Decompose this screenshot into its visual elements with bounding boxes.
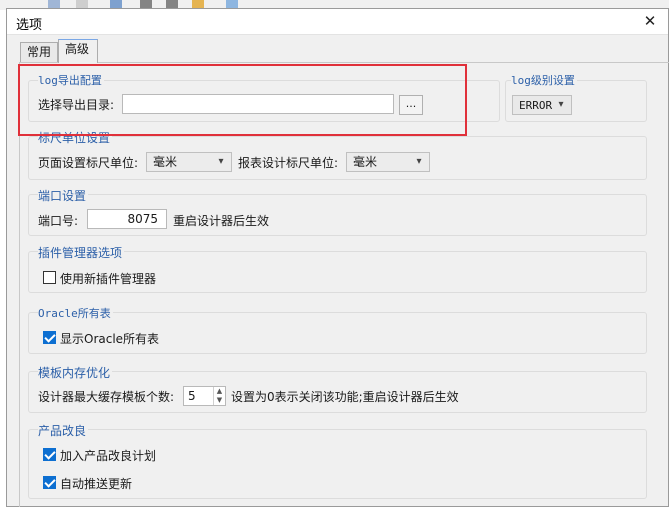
log-export-title: log导出配置: [38, 72, 104, 88]
show-oracle-tables-checkbox[interactable]: [43, 331, 56, 344]
ruler-title: 标尺单位设置: [38, 129, 113, 146]
export-dir-label: 选择导出目录:: [38, 98, 115, 112]
tab-advanced[interactable]: 高级: [58, 39, 98, 63]
tab-advanced-label: 高级: [65, 42, 90, 56]
export-dir-input[interactable]: [122, 94, 394, 114]
max-cache-note: 设置为0表示关闭该功能;重启设计器后生效: [231, 390, 459, 404]
dialog-title: 选项: [16, 18, 43, 33]
toolbar-redo-icon: [76, 0, 88, 8]
auto-update-checkbox[interactable]: [43, 476, 56, 489]
port-label: 端口号:: [38, 214, 79, 228]
page-ruler-value: 毫米: [153, 155, 178, 169]
chevron-down-icon: ▾: [416, 156, 422, 167]
new-plugin-manager-checkbox[interactable]: [43, 271, 56, 284]
improve-title: 产品改良: [38, 422, 89, 439]
tab-panel-left-border: [19, 62, 20, 507]
report-ruler-select[interactable]: 毫米 ▾: [346, 152, 430, 172]
stepper-down-icon[interactable]: ▼: [213, 396, 225, 405]
tab-panel-border: [19, 62, 669, 63]
toolbar-undo-icon: [48, 0, 60, 8]
report-ruler-value: 毫米: [353, 155, 378, 169]
new-plugin-manager-label: 使用新插件管理器: [60, 272, 157, 286]
page-ruler-select[interactable]: 毫米 ▾: [146, 152, 232, 172]
improve-plan-checkbox[interactable]: [43, 448, 56, 461]
memory-title: 模板内存优化: [38, 364, 113, 381]
log-level-select[interactable]: ERROR ▾: [512, 95, 572, 115]
close-icon[interactable]: ✕: [640, 11, 660, 31]
toolbar-page-icon: [140, 0, 152, 8]
toolbar-link-icon: [110, 0, 122, 8]
port-title: 端口设置: [38, 187, 89, 204]
dialog-titlebar: 选项 ✕: [7, 9, 668, 35]
tab-common-label: 常用: [27, 45, 52, 59]
tab-common[interactable]: 常用: [20, 42, 58, 62]
oracle-title: Oracle所有表: [38, 305, 113, 321]
max-cache-stepper[interactable]: 5 ▲ ▼: [183, 386, 226, 406]
max-cache-value: 5: [188, 389, 196, 403]
log-level-title: log级别设置: [511, 72, 577, 88]
port-note: 重启设计器后生效: [173, 214, 270, 228]
stepper-up-icon[interactable]: ▲: [213, 387, 225, 396]
log-level-value: ERROR: [519, 99, 553, 112]
toolbar-copy-icon: [166, 0, 178, 8]
toolbar-brush-icon: [192, 0, 204, 8]
chevron-down-icon: ▾: [218, 156, 224, 167]
browse-button[interactable]: ...: [399, 95, 423, 115]
report-ruler-label: 报表设计标尺单位:: [238, 156, 339, 170]
page-ruler-label: 页面设置标尺单位:: [38, 156, 139, 170]
auto-update-label: 自动推送更新: [60, 477, 133, 491]
chevron-down-icon: ▾: [558, 99, 564, 110]
plugin-title: 插件管理器选项: [38, 244, 125, 261]
show-oracle-tables-label: 显示Oracle所有表: [60, 332, 160, 346]
improve-plan-label: 加入产品改良计划: [60, 449, 157, 463]
port-input[interactable]: 8075: [87, 209, 167, 229]
max-cache-label: 设计器最大缓存模板个数:: [38, 390, 175, 404]
toolbar-pin-icon: [226, 0, 238, 8]
